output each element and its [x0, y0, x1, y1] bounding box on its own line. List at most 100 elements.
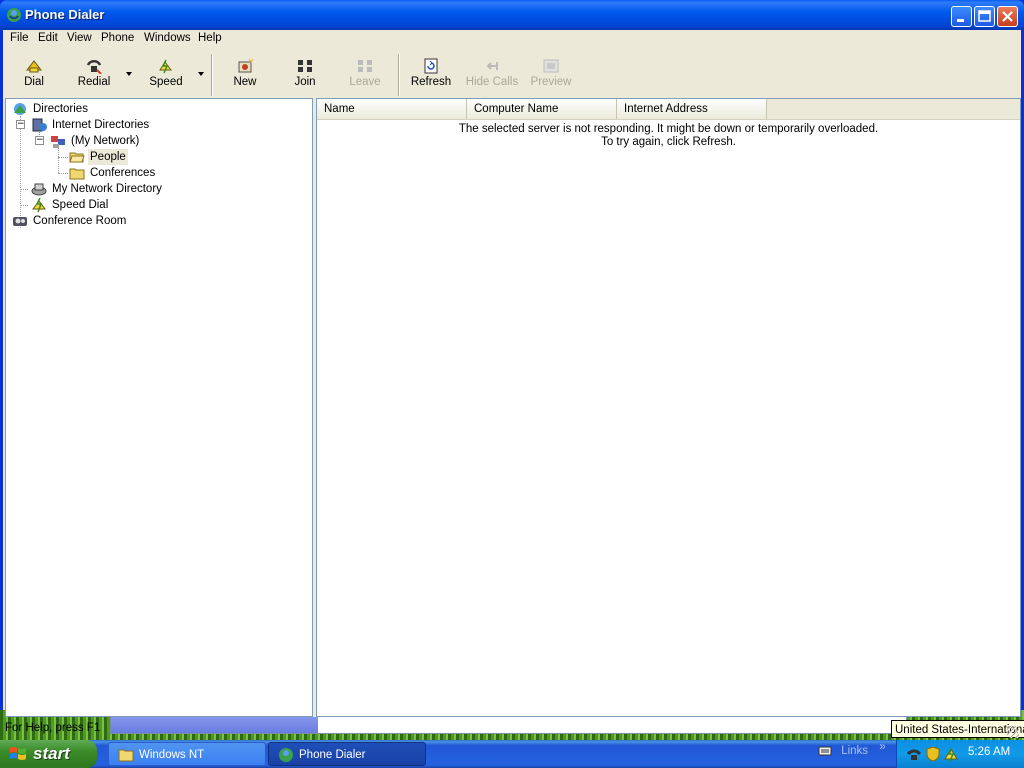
network-connection-icon[interactable]: [943, 746, 959, 762]
menu-bar: File Edit View Phone Windows Help: [3, 30, 1021, 49]
directory-tree[interactable]: Directories − Internet Directories − (My…: [5, 98, 313, 717]
tree-label: Internet Directories: [52, 119, 150, 131]
column-header-computer-name[interactable]: Computer Name: [467, 99, 617, 119]
hide-calls-button[interactable]: Hide Calls: [462, 54, 522, 96]
task-label: Phone Dialer: [299, 749, 366, 761]
system-tray: 5:26 AM: [896, 740, 1024, 768]
windows-logo-icon: [10, 747, 26, 760]
hide-calls-icon: [486, 62, 498, 70]
people-list[interactable]: Name Computer Name Internet Address The …: [316, 98, 1021, 717]
redial-label: Redial: [77, 76, 111, 88]
column-header-name[interactable]: Name: [317, 99, 467, 119]
status-bar: For Help, press F1: [3, 718, 1021, 740]
tree-label: (My Network): [71, 135, 140, 147]
directories-icon: [14, 103, 26, 115]
server-error-message: The selected server is not responding. I…: [458, 123, 879, 135]
redial-icon: [86, 60, 102, 74]
close-button[interactable]: [997, 6, 1018, 27]
tree-label: Directories: [33, 103, 88, 115]
leave-label: Leave: [349, 76, 381, 88]
retry-hint: To try again, click Refresh.: [601, 136, 736, 148]
links-toolbar[interactable]: Links »: [818, 741, 886, 757]
tree-label: My Network Directory: [52, 183, 162, 195]
join-button[interactable]: Join: [275, 54, 335, 96]
hide-calls-label: Hide Calls: [465, 76, 519, 88]
leave-conference-icon: [358, 60, 372, 72]
tree-line: [58, 148, 59, 173]
minimize-button[interactable]: [951, 6, 972, 27]
maximize-button[interactable]: [974, 6, 995, 27]
network-icon: [51, 136, 65, 148]
resize-grip[interactable]: [1007, 726, 1019, 738]
preview-button[interactable]: Preview: [521, 54, 581, 96]
menu-help[interactable]: Help: [198, 32, 222, 44]
refresh-button[interactable]: Refresh: [401, 54, 461, 96]
collapse-toggle[interactable]: −: [35, 136, 44, 145]
folder-icon: [69, 168, 85, 180]
internet-directories-icon: [32, 118, 47, 132]
preview-label: Preview: [530, 76, 572, 88]
dial-button[interactable]: Dial: [4, 54, 64, 96]
security-shield-icon[interactable]: [925, 746, 941, 762]
speed-dropdown-arrow-icon[interactable]: [197, 70, 205, 78]
tree-line: [58, 157, 68, 158]
tree-line: [20, 205, 28, 206]
keyboard-icon: [818, 746, 832, 756]
toolbar-separator: [211, 54, 213, 96]
tree-label: Conference Room: [33, 215, 127, 227]
tree-line: [20, 189, 28, 190]
taskbar-button-windows-nt[interactable]: Windows NT: [108, 742, 266, 766]
toolbar: Dial Redial Speed New Join Leave Refresh…: [3, 52, 1021, 98]
menu-edit[interactable]: Edit: [38, 32, 58, 44]
redial-dropdown-arrow-icon[interactable]: [125, 70, 133, 78]
preview-icon: [543, 59, 559, 73]
network-directory-icon: [31, 183, 47, 196]
conference-room-icon: [13, 217, 27, 226]
task-label: Windows NT: [139, 749, 205, 761]
new-label: New: [233, 76, 257, 88]
speed-button[interactable]: Speed: [136, 54, 196, 96]
start-button[interactable]: start: [0, 740, 97, 768]
menu-windows[interactable]: Windows: [144, 32, 191, 44]
status-text: For Help, press F1: [5, 722, 101, 734]
tree-label: People: [88, 149, 128, 165]
open-folder-icon: [69, 152, 85, 163]
tree-line: [20, 116, 21, 228]
taskbar-button-phone-dialer[interactable]: Phone Dialer: [268, 742, 426, 766]
join-conference-icon: [298, 60, 312, 72]
tree-label: Conferences: [90, 167, 156, 179]
phone-dialer-icon: [7, 8, 21, 22]
new-button[interactable]: New: [215, 54, 275, 96]
clock[interactable]: 5:26 AM: [968, 746, 1010, 758]
speed-dial-icon: [159, 59, 172, 74]
join-label: Join: [294, 76, 316, 88]
dial-label: Dial: [24, 76, 44, 88]
folder-icon: [118, 749, 134, 762]
menu-phone[interactable]: Phone: [101, 32, 134, 44]
tree-line: [58, 173, 68, 174]
window-client: File Edit View Phone Windows Help Dial R…: [3, 30, 1021, 738]
minimize-icon: [957, 19, 964, 22]
links-chevron[interactable]: »: [879, 741, 885, 753]
phone-dialer-window: Phone Dialer File Edit View Phone Window…: [0, 0, 1024, 738]
collapse-toggle[interactable]: −: [16, 120, 25, 129]
window-title: Phone Dialer: [25, 7, 105, 22]
list-header: Name Computer Name Internet Address: [317, 99, 1020, 120]
start-label: start: [33, 744, 70, 763]
toolbar-separator: [398, 54, 400, 96]
leave-button[interactable]: Leave: [335, 54, 395, 96]
redial-button[interactable]: Redial: [64, 54, 124, 96]
close-icon: [1002, 11, 1013, 22]
phone-icon[interactable]: [906, 746, 922, 762]
menu-view[interactable]: View: [67, 32, 92, 44]
title-bar[interactable]: Phone Dialer: [0, 0, 1024, 30]
phone-dialer-icon: [279, 748, 293, 762]
menu-file[interactable]: File: [10, 32, 29, 44]
tree-label: Speed Dial: [52, 199, 109, 211]
column-header-internet-address[interactable]: Internet Address: [617, 99, 767, 119]
empty-list-message: The selected server is not responding. I…: [317, 123, 1020, 149]
speed-dial-icon: [32, 197, 46, 213]
maximize-icon: [978, 10, 991, 22]
speed-label: Speed: [149, 76, 183, 88]
refresh-icon: [424, 58, 438, 74]
